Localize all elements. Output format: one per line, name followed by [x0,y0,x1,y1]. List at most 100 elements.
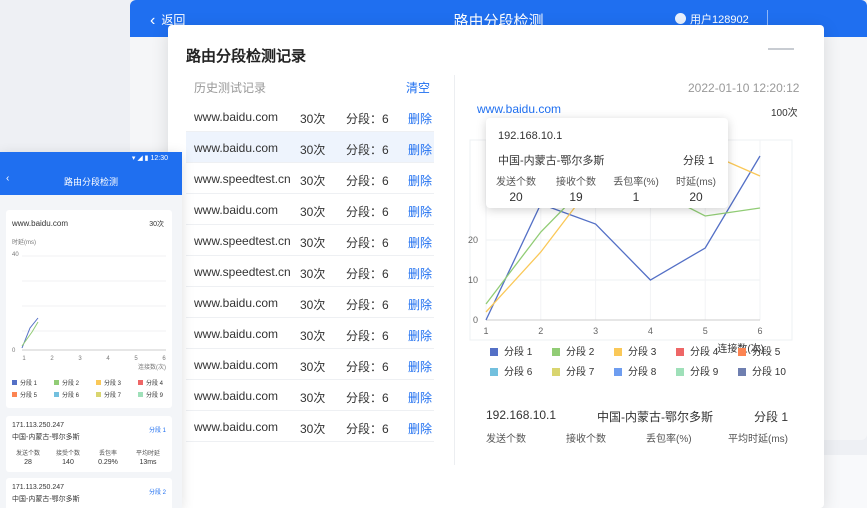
legend-swatch [676,368,684,376]
delete-button[interactable]: 删除 [408,420,432,437]
summary-ip: 192.168.10.1 [486,408,557,422]
x-tick-label: 3 [593,326,598,336]
legend-label: 分段 9 [146,393,164,399]
history-row[interactable]: www.speedtest.cn 30次 分段：6 删除 [186,163,434,194]
legend-swatch [552,368,560,376]
segment-stat-label: 接受个数 [55,451,80,457]
history-host: www.speedtest.cn [194,172,291,186]
legend-swatch [552,348,560,356]
delete-button[interactable]: 删除 [408,265,432,282]
summary-col: 发送个数 [486,434,526,445]
mobile-legend-item[interactable]: 分段 2 [54,378,79,387]
minimize-icon[interactable] [768,48,794,50]
segment-stat: 丢包率 0.29% [88,448,128,466]
mobile-x-tick: 4 [106,356,110,362]
chart-tooltip: 192.168.10.1 中国-内蒙古-鄂尔多斯 分段 1 发送个数 20 接收个… [486,118,728,208]
mobile-segment-card[interactable]: 171.113.250.247 分段 2 中国-内蒙古-鄂尔多斯 [6,478,172,508]
history-row[interactable]: www.speedtest.cn 30次 分段：6 删除 [186,225,434,256]
legend-item[interactable]: 分段 3 [614,343,656,358]
legend-item[interactable]: 分段 5 [738,343,780,358]
summary-location: 中国-内蒙古-鄂尔多斯 [597,410,713,424]
legend-item[interactable]: 分段 4 [676,343,718,358]
mobile-y-tick: 0 [12,348,16,354]
mobile-x-label: 连接数(次) [138,365,166,371]
segment-stat: 发送个数 28 [8,448,48,466]
segment-stat-label: 丢包率 [98,451,117,457]
segment-stat-value: 0.29% [98,459,118,466]
record-modal: 路由分段检测记录 历史测试记录 清空 www.baidu.com 30次 分段：6 删… [168,25,824,508]
tooltip-col-value: 19 [569,190,583,204]
mobile-chart-card: www.baidu.com 30次 时延(ms) 40 0 1 2 3 4 5 6 连接数(次… [6,210,172,408]
history-host: www.baidu.com [194,296,279,310]
mobile-nav: ‹ 路由分段检测 [0,165,182,195]
legend-label: 分段 6 [504,367,533,378]
delete-button[interactable]: 删除 [408,389,432,406]
history-row[interactable]: www.baidu.com 30次 分段：6 删除 [186,349,434,380]
legend-swatch [54,392,59,397]
legend-swatch [12,392,17,397]
tooltip-col: 接收个数 19 [546,173,606,204]
mobile-segment-card[interactable]: 171.113.250.247 分段 1 中国-内蒙古-鄂尔多斯 发送个数 28 接受个数… [6,416,172,472]
history-row[interactable]: www.baidu.com 30次 分段：6 删除 [186,194,434,225]
history-segments: 分段：6 [346,298,389,312]
legend-item[interactable]: 分段 8 [614,363,656,378]
history-row[interactable]: www.baidu.com 30次 分段：6 删除 [186,101,434,132]
segment-stat-value: 13ms [139,459,157,466]
delete-button[interactable]: 删除 [408,234,432,251]
legend-swatch [490,368,498,376]
x-tick-label: 1 [483,326,488,336]
mobile-legend-item[interactable]: 分段 5 [12,390,37,399]
delete-button[interactable]: 删除 [408,110,432,127]
history-host: www.baidu.com [194,203,279,217]
delete-button[interactable]: 删除 [408,172,432,189]
history-segments: 分段：6 [346,205,389,219]
legend-label: 分段 2 [62,381,80,387]
history-count: 30次 [300,298,326,312]
segment-stat: 接受个数 140 [48,448,88,466]
delete-button[interactable]: 删除 [408,296,432,313]
mobile-legend-item[interactable]: 分段 7 [96,390,121,399]
segment-ip: 171.113.250.247 [12,422,65,429]
delete-button[interactable]: 删除 [408,358,432,375]
delete-button[interactable]: 删除 [408,327,432,344]
history-segments: 分段：6 [346,391,389,405]
legend-item[interactable]: 分段 10 [738,363,786,378]
mobile-legend-item[interactable]: 分段 4 [138,378,163,387]
mobile-legend-item[interactable]: 分段 3 [96,378,121,387]
legend-label: 分段 7 [104,393,122,399]
legend-item[interactable]: 分段 6 [490,363,532,378]
status-bar: ▾ ◢ ▮ 12:30 [0,152,182,165]
legend-item[interactable]: 分段 7 [552,363,594,378]
history-row[interactable]: www.baidu.com 30次 分段：6 删除 [186,411,434,442]
history-row[interactable]: www.baidu.com 30次 分段：6 删除 [186,132,434,163]
legend-swatch [96,392,101,397]
mobile-legend-item[interactable]: 分段 1 [12,378,37,387]
clear-button[interactable]: 清空 [406,79,430,96]
mobile-legend-item[interactable]: 分段 9 [138,390,163,399]
legend-item[interactable]: 分段 1 [490,343,532,358]
segment-stat-value: 140 [62,459,74,466]
history-row[interactable]: www.speedtest.cn 30次 分段：6 删除 [186,256,434,287]
history-list: www.baidu.com 30次 分段：6 删除 www.baidu.com 30次 分段… [186,101,434,442]
delete-button[interactable]: 删除 [408,141,432,158]
y-tick-label: 0 [473,315,478,325]
mobile-x-tick: 3 [78,356,82,362]
history-host: www.speedtest.cn [194,265,291,279]
x-tick-label: 4 [648,326,653,336]
tooltip-col-label: 时延(ms) [676,177,716,188]
history-label: 历史测试记录 [194,81,267,95]
mobile-preview: ▾ ◢ ▮ 12:30 ‹ 路由分段检测 www.baidu.com 30次 时… [0,152,182,508]
tooltip-col: 丢包率(%) 1 [606,173,666,204]
delete-button[interactable]: 删除 [408,203,432,220]
legend-item[interactable]: 分段 9 [676,363,718,378]
history-row[interactable]: www.baidu.com 30次 分段：6 删除 [186,287,434,318]
legend-item[interactable]: 分段 2 [552,343,594,358]
history-count: 30次 [300,422,326,436]
summary-segment: 分段 1 [753,410,788,424]
mobile-chart: 4001 2 3 4 5 6 [12,252,166,362]
history-row[interactable]: www.baidu.com 30次 分段：6 删除 [186,318,434,349]
segment-stat: 平均时延 13ms [128,448,168,466]
mobile-legend-item[interactable]: 分段 6 [54,390,79,399]
history-row[interactable]: www.baidu.com 30次 分段：6 删除 [186,380,434,411]
mobile-title: 路由分段检测 [63,177,118,187]
